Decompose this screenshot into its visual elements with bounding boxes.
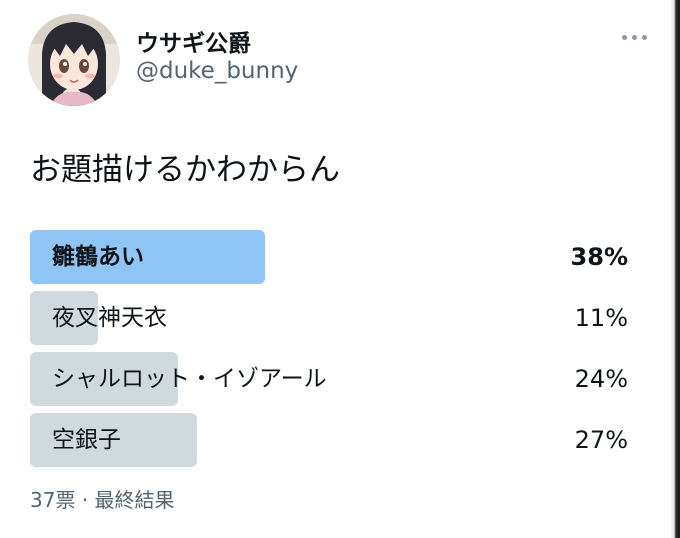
- display-name[interactable]: ウサギ公爵: [136, 24, 251, 58]
- poll-option-label: 夜叉神天衣: [52, 305, 167, 331]
- more-horizontal-icon[interactable]: [622, 30, 650, 44]
- poll-option-percent: 27%: [574, 426, 628, 454]
- dot: [642, 34, 647, 40]
- poll-option[interactable]: 空銀子 27%: [30, 413, 630, 467]
- poll-meta-separator: ·: [81, 488, 89, 512]
- poll-option[interactable]: 雛鶴あい 38%: [30, 230, 630, 284]
- dot: [622, 34, 627, 40]
- poll-option-label: シャルロット・イゾアール: [52, 366, 327, 392]
- poll: 雛鶴あい 38% 夜叉神天衣 11% シャルロット・イゾアール 24% 空銀子 …: [30, 230, 630, 474]
- anime-girl-avatar-icon: [28, 14, 120, 106]
- tweet-card: ウサギ公爵 @duke_bunny お題描けるかわからん 雛鶴あい 38% 夜叉…: [0, 0, 680, 538]
- poll-status: 最終結果: [94, 488, 175, 512]
- poll-option[interactable]: 夜叉神天衣 11%: [30, 291, 630, 345]
- dot: [632, 34, 637, 40]
- user-handle[interactable]: @duke_bunny: [136, 58, 298, 84]
- poll-option-percent: 11%: [574, 304, 628, 332]
- window-edge: [670, 0, 680, 538]
- poll-option-label: 空銀子: [52, 427, 121, 453]
- poll-option[interactable]: シャルロット・イゾアール 24%: [30, 352, 630, 406]
- poll-vote-count: 37票: [30, 488, 76, 512]
- poll-option-percent: 38%: [570, 243, 628, 271]
- avatar[interactable]: [28, 14, 120, 106]
- poll-meta: 37票 · 最終結果: [30, 484, 175, 513]
- poll-option-label: 雛鶴あい: [52, 244, 144, 270]
- tweet-text: お題描けるかわからん: [30, 152, 340, 188]
- poll-option-percent: 24%: [574, 365, 628, 393]
